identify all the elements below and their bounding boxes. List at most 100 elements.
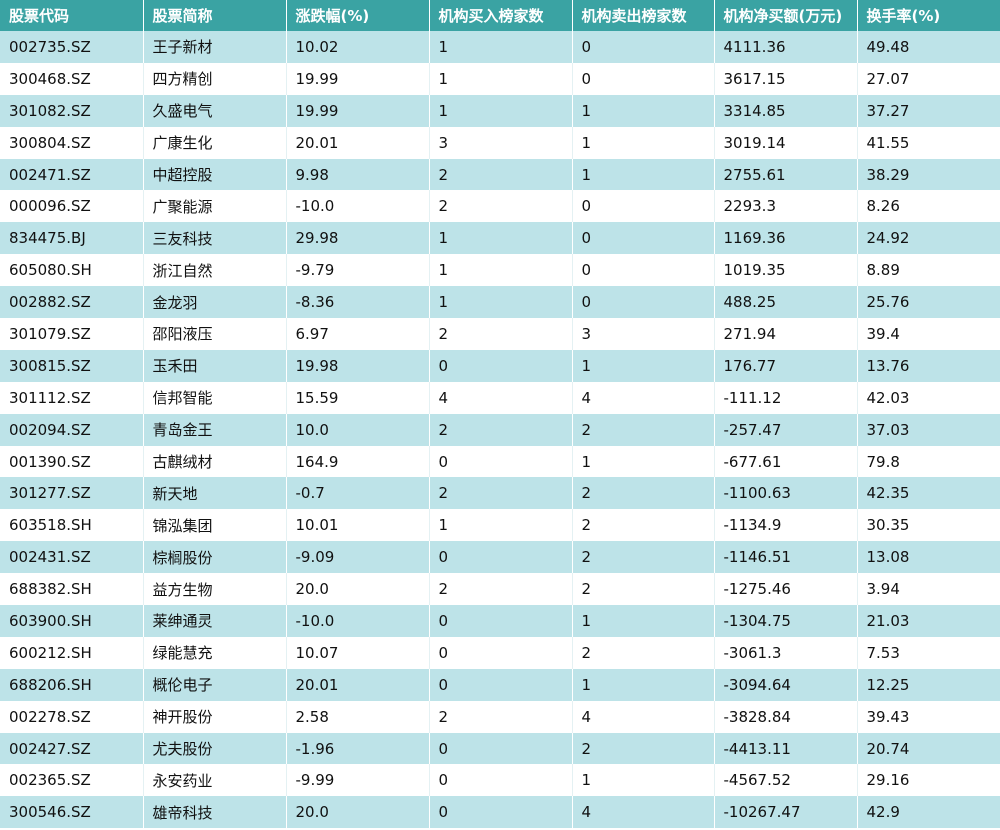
table-cell: 王子新材 [143, 31, 287, 63]
table-cell: 002094.SZ [0, 413, 144, 446]
table-cell: 10.0 [286, 413, 430, 446]
table-cell: 2 [572, 477, 715, 510]
table-cell: 42.9 [866, 803, 900, 822]
table-row: 600212.SH 绿能慧充 10.07 0 2 -3061.3 7.53 [0, 636, 1000, 669]
column-header: 机构净买额(万元) [714, 0, 858, 31]
table-cell: -10.0 [286, 605, 430, 637]
table-cell: 002278.SZ [0, 700, 144, 733]
table-cell: -1134.9 [714, 509, 858, 542]
table-cell: -1275.46 [714, 573, 858, 606]
table-cell: -257.47 [714, 413, 858, 446]
table-cell: 30.35 [866, 516, 910, 535]
table-cell: 2 [429, 477, 573, 510]
table-cell: 24.92 [866, 229, 910, 248]
table-cell: 1 [572, 668, 715, 701]
table-cell: 2755.61 [714, 158, 858, 191]
table-row: 301112.SZ 信邦智能 15.59 4 4 -111.12 42.03 [0, 381, 1000, 414]
table-row: 002365.SZ 永安药业 -9.99 0 1 -4567.52 29.16 [0, 764, 1000, 797]
table-cell: 20.0 [286, 796, 430, 829]
table-cell: 2 [572, 573, 715, 606]
table-cell: 002735.SZ [0, 31, 144, 63]
table-cell: -3828.84 [714, 700, 858, 733]
table-cell: 0 [572, 31, 715, 63]
table-row: 000096.SZ 广聚能源 -10.0 2 0 2293.3 8.26 [0, 190, 1000, 223]
table-cell: 浙江自然 [143, 254, 287, 287]
table-cell: 39.43 [866, 707, 910, 726]
table-cell: 002427.SZ [0, 732, 144, 765]
table-cell: 688382.SH [0, 573, 144, 606]
table-cell: -3061.3 [714, 636, 858, 669]
table-body: 002735.SZ 王子新材 10.02 1 0 4111.36 49.48 300468.S… [0, 31, 1000, 829]
table-cell: 0 [429, 636, 573, 669]
table-cell: 1 [429, 222, 573, 255]
table-cell: 6.97 [286, 318, 430, 350]
table-cell: 300804.SZ [0, 126, 144, 159]
table-cell: 0 [429, 445, 573, 478]
column-header: 股票代码 [0, 0, 144, 31]
table-cell: 20.01 [286, 668, 430, 701]
table-cell: 13.08 [866, 548, 910, 567]
table-row: 002471.SZ 中超控股 9.98 2 1 2755.61 38.29 [0, 158, 1000, 191]
table-cell: 中超控股 [143, 158, 287, 191]
table-cell: 0 [572, 190, 715, 223]
table-cell: 10.07 [286, 636, 430, 669]
table-cell: 79.8 [866, 452, 900, 471]
table-cell: 信邦智能 [143, 381, 287, 414]
table-cell: 19.99 [286, 62, 430, 95]
table-cell: 1 [429, 254, 573, 287]
table-row: 603900.SH 莱绅通灵 -10.0 0 1 -1304.75 21.03 [0, 605, 1000, 637]
header-row: 股票代码 股票简称 涨跌幅(%) 机构买入榜家数 机构卖出榜家数 机构净买额(万元) 换手率… [0, 0, 1000, 31]
table-cell: 1 [429, 31, 573, 63]
table-row: 834475.BJ 三友科技 29.98 1 0 1169.36 24.92 [0, 222, 1000, 255]
table-row: 002427.SZ 尤夫股份 -1.96 0 2 -4413.11 20.74 [0, 732, 1000, 765]
table-cell: 2 [429, 190, 573, 223]
table-cell: 锦泓集团 [143, 509, 287, 542]
table-cell: 1019.35 [714, 254, 858, 287]
table-cell: 4 [572, 700, 715, 733]
table-row: 300804.SZ 广康生化 20.01 3 1 3019.14 41.55 [0, 126, 1000, 159]
table-cell: 3 [429, 126, 573, 159]
table-cell: 002431.SZ [0, 541, 144, 574]
table-cell: 1 [572, 605, 715, 637]
table-cell: -9.09 [286, 541, 430, 574]
table-cell: 邵阳液压 [143, 318, 287, 350]
table-cell: 10.02 [286, 31, 430, 63]
table-cell: 0 [429, 541, 573, 574]
table-cell: 603900.SH [0, 605, 144, 637]
table-cell: 13.76 [866, 356, 910, 375]
table-row: 301277.SZ 新天地 -0.7 2 2 -1100.63 42.35 [0, 477, 1000, 510]
table-cell: 久盛电气 [143, 94, 287, 127]
table-cell: -1304.75 [714, 605, 858, 637]
table-row: 002882.SZ 金龙羽 -8.36 1 0 488.25 25.76 [0, 286, 1000, 319]
table-cell: 古麒绒材 [143, 445, 287, 478]
table-cell: 0 [572, 62, 715, 95]
table-cell: 4111.36 [714, 31, 858, 63]
table-cell: 301277.SZ [0, 477, 144, 510]
table-cell: 1 [572, 94, 715, 127]
table-cell: 688206.SH [0, 668, 144, 701]
table-cell: 8.89 [866, 261, 900, 280]
table-row: 301082.SZ 久盛电气 19.99 1 1 3314.85 37.27 [0, 94, 1000, 127]
stock-table: 股票代码 股票简称 涨跌幅(%) 机构买入榜家数 机构卖出榜家数 机构净买额(万元) 换手率… [0, 0, 1000, 829]
table-cell: 3019.14 [714, 126, 858, 159]
table-cell: 300815.SZ [0, 349, 144, 382]
column-header: 机构买入榜家数 [429, 0, 573, 31]
table-cell: -10.0 [286, 190, 430, 223]
table-row: 002094.SZ 青岛金王 10.0 2 2 -257.47 37.03 [0, 413, 1000, 446]
table-cell: 1169.36 [714, 222, 858, 255]
column-header: 涨跌幅(%) [286, 0, 430, 31]
table-cell: 001390.SZ [0, 445, 144, 478]
table-cell: 广康生化 [143, 126, 287, 159]
table-cell: 0 [572, 222, 715, 255]
table-cell: 2 [572, 732, 715, 765]
table-cell: 21.03 [866, 611, 910, 630]
table-cell: 0 [572, 254, 715, 287]
table-cell: 4 [572, 796, 715, 829]
table-row: 688206.SH 概伦电子 20.01 0 1 -3094.64 12.25 [0, 668, 1000, 701]
table-cell: 9.98 [286, 158, 430, 191]
table-cell: 27.07 [866, 69, 910, 88]
table-cell: 0 [429, 796, 573, 829]
table-row: 002735.SZ 王子新材 10.02 1 0 4111.36 49.48 [0, 31, 1000, 63]
table-cell: 莱绅通灵 [143, 605, 287, 637]
table-cell: 0 [429, 349, 573, 382]
